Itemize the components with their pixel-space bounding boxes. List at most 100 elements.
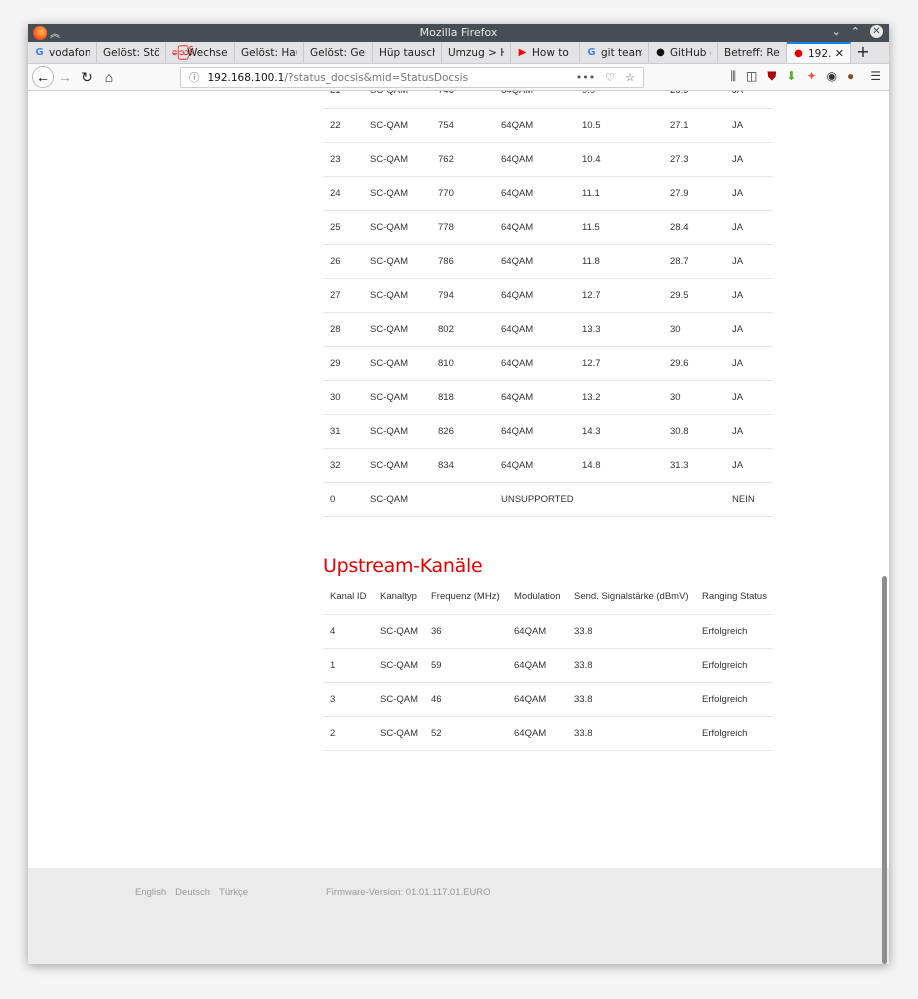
column-header: Frequenz (MHz) <box>424 580 507 615</box>
table-cell: 64QAM <box>494 142 575 177</box>
table-cell: 27 <box>323 278 363 313</box>
table-row: 22 SC-QAM 754 64QAM 10.5 27.1 JA <box>323 108 773 143</box>
tab[interactable]: Umzug > Hau <box>442 42 511 63</box>
home-button[interactable]: ⌂ <box>98 69 120 85</box>
language-link[interactable]: Türkçe <box>219 887 248 898</box>
google-icon: G <box>587 47 596 58</box>
new-tab-button[interactable]: + <box>851 42 875 63</box>
account-icon[interactable]: ◉ <box>827 69 837 84</box>
close-window-icon[interactable]: ✕ <box>870 25 883 38</box>
table-cell: 26 <box>323 244 363 279</box>
table-row: 3 SC-QAM 46 64QAM 33.8 Erfolgreich <box>323 682 773 717</box>
extension-icon[interactable]: ✦ <box>806 69 816 84</box>
table-cell: 818 <box>431 380 494 415</box>
table-cell: 30 <box>323 380 363 415</box>
table-cell: 64QAM <box>494 414 575 449</box>
table-row: 30 SC-QAM 818 64QAM 13.2 30 JA <box>323 380 773 415</box>
table-cell <box>575 482 663 517</box>
table-cell: 0 <box>323 482 363 517</box>
table-row: 25 SC-QAM 778 64QAM 11.5 28.4 JA <box>323 210 773 245</box>
upstream-heading: Upstream-Kanäle <box>323 555 483 577</box>
tab-bar: Gvodafone Gelöst: Störung ဪWechsel v Gelöst… <box>28 42 889 64</box>
navigation-toolbar: ← → ↻ ⌂ ⓘ 192.168.100.1/?status_docsis&m… <box>28 64 889 91</box>
table-cell: JA <box>725 278 773 313</box>
table-row: 24 SC-QAM 770 64QAM 11.1 27.9 JA <box>323 176 773 211</box>
table-cell: Erfolgreich <box>695 716 773 751</box>
table-cell: SC-QAM <box>363 176 431 211</box>
url-host: 192.168.100.1 <box>207 71 285 84</box>
back-button[interactable]: ← <box>32 66 54 88</box>
table-cell: SC-QAM <box>363 244 431 279</box>
close-tab-icon[interactable]: ✕ <box>835 47 844 60</box>
tab[interactable]: Gelöst: Gerät <box>304 42 373 63</box>
table-cell: 11.5 <box>575 210 663 245</box>
table-cell: 24 <box>323 176 363 211</box>
table-row: 31 SC-QAM 826 64QAM 14.3 30.8 JA <box>323 414 773 449</box>
menu-icon[interactable]: ☰ <box>870 69 881 84</box>
table-cell: JA <box>725 142 773 177</box>
tab[interactable]: ဪWechsel v <box>166 42 235 63</box>
table-cell: 13.3 <box>575 312 663 347</box>
title-bar: ︽ Mozilla Firefox ⌄ ⌃ ✕ <box>28 24 889 42</box>
reload-button[interactable]: ↻ <box>76 69 98 86</box>
table-row: 26 SC-QAM 786 64QAM 11.8 28.7 JA <box>323 244 773 279</box>
table-cell: 9.9 <box>575 91 663 109</box>
table-cell: 33.8 <box>567 648 695 683</box>
library-icon[interactable]: ⫼ <box>730 69 736 84</box>
bookmark-star-icon[interactable]: ☆ <box>625 71 635 84</box>
table-cell: SC-QAM <box>363 482 431 517</box>
table-cell: 33.8 <box>567 716 695 751</box>
tab[interactable]: Gelöst: Hausa <box>235 42 304 63</box>
table-cell: 23 <box>323 142 363 177</box>
table-row: 28 SC-QAM 802 64QAM 13.3 30 JA <box>323 312 773 347</box>
scrollbar[interactable] <box>882 576 887 964</box>
table-cell: 32 <box>323 448 363 483</box>
upstream-table: Kanal ID Kanaltyp Frequenz (MHz) Modulation… <box>323 580 773 751</box>
ublock-icon[interactable]: ⛊ <box>767 69 776 84</box>
tab-label: How to M <box>532 46 573 59</box>
cookie-icon[interactable]: ● <box>847 69 854 84</box>
table-cell: 11.8 <box>575 244 663 279</box>
tab[interactable]: Betreff: Red I <box>718 42 787 63</box>
table-cell: Erfolgreich <box>695 682 773 717</box>
table-cell: 22 <box>323 108 363 143</box>
table-row: 2 SC-QAM 52 64QAM 33.8 Erfolgreich <box>323 716 773 751</box>
minimize-icon[interactable]: ⌄ <box>832 25 841 38</box>
tab[interactable]: ▶ How to M <box>511 42 580 63</box>
table-cell: SC-QAM <box>363 346 431 381</box>
language-link[interactable]: Deutsch <box>175 887 210 898</box>
tab-label: Gelöst: Störung <box>103 46 159 59</box>
column-header: Send. Signalstärke (dBmV) <box>567 580 695 615</box>
table-cell: JA <box>725 312 773 347</box>
maximize-icon[interactable]: ⌃ <box>851 25 860 38</box>
table-row: 0 SC-QAM UNSUPPORTED NEIN <box>323 482 773 517</box>
table-cell: UNSUPPORTED <box>494 482 575 517</box>
tab[interactable]: Ggit teams <box>580 42 649 63</box>
table-cell: 762 <box>431 142 494 177</box>
table-cell: 27.1 <box>663 108 725 143</box>
footer: English Deutsch Türkçe Firmware-Version: 0… <box>28 868 889 964</box>
tab[interactable]: Hüp tauschen <box>373 42 442 63</box>
tab[interactable]: ● 192.168 ✕ <box>787 42 851 63</box>
column-header: Kanaltyp <box>373 580 424 615</box>
page-actions-icon[interactable]: ••• <box>576 71 595 84</box>
sidebar-icon[interactable]: ◫ <box>746 69 757 84</box>
table-cell: 33.8 <box>567 682 695 717</box>
vodafone-icon: ● <box>794 48 803 59</box>
download-icon[interactable]: ⬇ <box>786 69 796 84</box>
tab[interactable]: Gvodafone <box>28 42 97 63</box>
table-cell: 64QAM <box>507 716 567 751</box>
info-icon[interactable]: ⓘ <box>189 70 200 85</box>
tab[interactable]: ● GitHub - k <box>649 42 718 63</box>
table-cell: JA <box>725 380 773 415</box>
table-cell: JA <box>725 108 773 143</box>
pocket-icon[interactable]: ♡ <box>605 71 615 84</box>
forward-button[interactable]: → <box>54 69 76 85</box>
table-cell: 802 <box>431 312 494 347</box>
table-row: 21SC-QAM74664QAM9.926.9JA <box>323 91 773 109</box>
url-bar[interactable]: ⓘ 192.168.100.1/?status_docsis&mid=Statu… <box>180 67 644 88</box>
tab[interactable]: Gelöst: Störung <box>97 42 166 63</box>
table-cell: 770 <box>431 176 494 211</box>
table-cell: 11.1 <box>575 176 663 211</box>
language-link[interactable]: English <box>135 887 166 898</box>
